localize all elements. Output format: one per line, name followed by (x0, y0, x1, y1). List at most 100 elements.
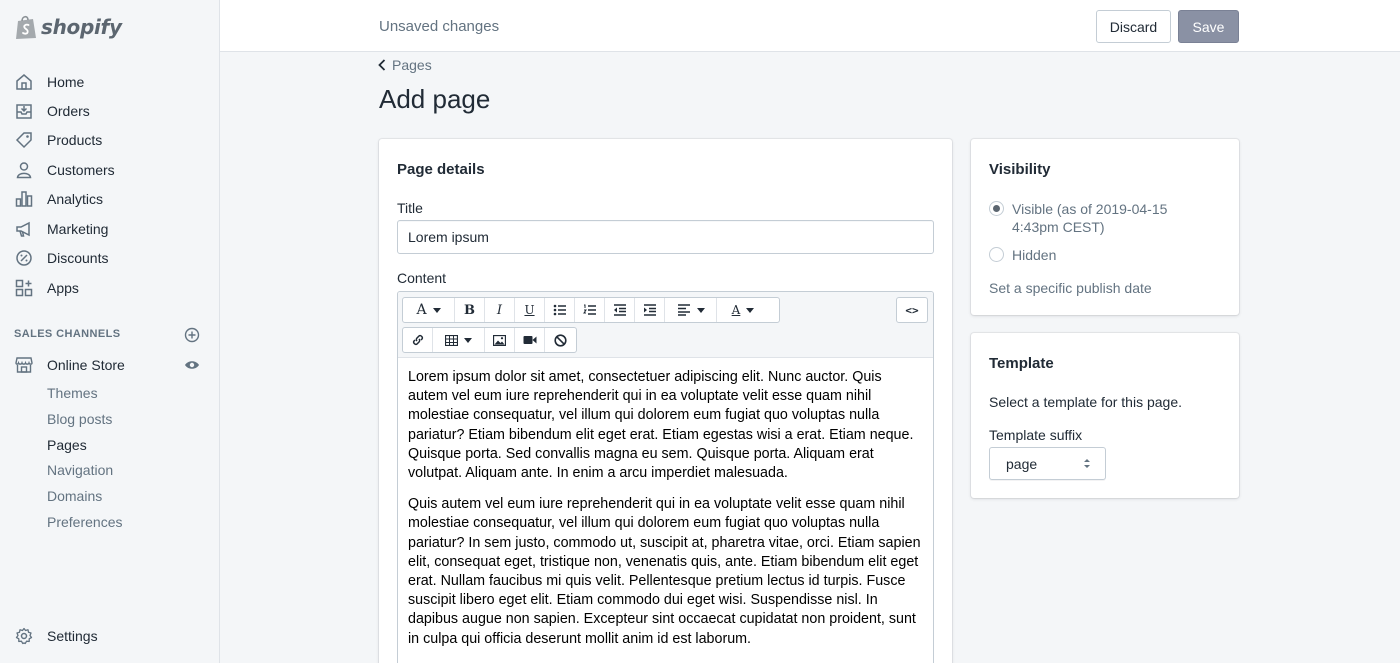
sidebar-item-apps[interactable]: Apps (0, 274, 219, 302)
sidebar-item-customers[interactable]: Customers (0, 156, 219, 184)
chevron-left-icon (378, 59, 386, 71)
sidebar-subitem-themes[interactable]: Themes (47, 385, 98, 401)
orders-icon (14, 101, 34, 121)
sidebar-item-online-store[interactable]: Online Store (0, 351, 219, 379)
apps-icon (14, 278, 34, 298)
outdent-icon (613, 304, 626, 316)
editor-toolbar: A B I U A <> (398, 292, 933, 358)
template-suffix-select[interactable]: page (989, 447, 1106, 480)
clear-formatting-button[interactable] (545, 328, 575, 352)
hidden-radio-label: Hidden (1012, 247, 1057, 263)
underline-button[interactable]: U (515, 298, 545, 322)
breadcrumb[interactable]: Pages (378, 57, 432, 73)
template-suffix-label: Template suffix (989, 427, 1083, 443)
editor-paragraph: Quis autem vel eum iure reprehenderit qu… (408, 496, 921, 647)
sidebar-item-label: Analytics (47, 191, 104, 207)
content-label: Content (397, 270, 447, 286)
bullet-list-button[interactable] (545, 298, 575, 322)
sidebar-item-label: Home (47, 74, 85, 90)
home-icon (14, 72, 34, 92)
numbered-list-button[interactable] (575, 298, 605, 322)
sidebar-item-label: Settings (47, 628, 98, 644)
link-icon (412, 334, 423, 346)
insert-table-dropdown-button[interactable] (433, 328, 485, 352)
shopify-wordmark: shopify (41, 15, 122, 39)
visible-radio[interactable] (989, 201, 1004, 216)
sidebar-subitem-pages[interactable]: Pages (47, 437, 87, 453)
page-details-heading: Page details (397, 161, 485, 178)
toolbar-code-group: <> (896, 297, 928, 323)
gear-icon (14, 626, 34, 646)
sidebar-item-label: Discounts (47, 250, 109, 266)
unsaved-changes-status: Unsaved changes (379, 18, 500, 35)
align-dropdown-button[interactable] (665, 298, 717, 322)
font-icon: A (416, 302, 427, 318)
insert-image-button[interactable] (485, 328, 515, 352)
breadcrumb-label: Pages (392, 57, 432, 73)
sidebar-subitem-blog-posts[interactable]: Blog posts (47, 411, 112, 427)
view-store-eye-icon[interactable] (184, 358, 200, 372)
sidebar-item-home[interactable]: Home (0, 68, 219, 96)
editor-paragraph: Lorem ipsum dolor sit amet, consectetuer… (408, 369, 914, 482)
visible-radio-label: Visible (as of 2019-04-15 4:43pm CEST) (1012, 201, 1168, 235)
bullet-list-icon (553, 304, 566, 316)
clear-formatting-icon (553, 333, 567, 347)
outdent-button[interactable] (605, 298, 635, 322)
person-icon (14, 160, 34, 180)
toolbar-formatting-group: A B I U A (402, 297, 780, 323)
sidebar-item-label: Orders (47, 103, 90, 119)
sidebar-item-orders[interactable]: Orders (0, 97, 219, 125)
shopify-bag-icon (14, 14, 38, 40)
sidebar-item-label: Online Store (47, 357, 125, 373)
title-input[interactable] (397, 220, 934, 254)
hidden-radio[interactable] (989, 247, 1004, 262)
page-details-card: Page details Title Content A B I U (379, 139, 952, 663)
font-dropdown-button[interactable]: A (403, 298, 455, 322)
discount-icon (14, 248, 34, 268)
html-code-button[interactable]: <> (897, 298, 927, 322)
template-card: Template Select a template for this page… (971, 333, 1239, 498)
discard-button[interactable]: Discard (1096, 10, 1171, 43)
sidebar: shopify Home Orders Products Customers A… (0, 0, 220, 663)
align-icon (677, 304, 690, 316)
save-button[interactable]: Save (1178, 10, 1239, 43)
add-sales-channel-icon[interactable] (184, 327, 200, 343)
bar-chart-icon (14, 189, 34, 209)
sidebar-subitem-domains[interactable]: Domains (47, 488, 102, 504)
rich-text-editor: A B I U A <> Lorem ipsum dolor sit amet,… (397, 291, 934, 663)
sidebar-subitem-preferences[interactable]: Preferences (47, 514, 122, 530)
insert-link-button[interactable] (403, 328, 433, 352)
shopify-logo[interactable]: shopify (14, 12, 122, 42)
sales-channels-heading: SALES CHANNELS (14, 328, 121, 340)
sidebar-item-analytics[interactable]: Analytics (0, 185, 219, 213)
html-code-icon: <> (905, 303, 919, 317)
table-icon (445, 334, 458, 346)
top-bar: Unsaved changes Discard Save (220, 0, 1400, 52)
insert-video-button[interactable] (515, 328, 545, 352)
bold-icon: B (464, 302, 475, 318)
sidebar-item-discounts[interactable]: Discounts (0, 244, 219, 272)
hidden-radio-option[interactable]: Hidden (989, 246, 1212, 264)
visibility-card: Visibility Visible (as of 2019-04-15 4:4… (971, 139, 1239, 315)
sidebar-item-products[interactable]: Products (0, 126, 219, 154)
italic-button[interactable]: I (485, 298, 515, 322)
text-color-dropdown-button[interactable]: A (717, 298, 769, 322)
visible-radio-option[interactable]: Visible (as of 2019-04-15 4:43pm CEST) (989, 200, 1212, 236)
template-suffix-value: page (1006, 455, 1038, 472)
sidebar-item-label: Products (47, 132, 103, 148)
select-arrows-icon (1084, 459, 1090, 468)
indent-button[interactable] (635, 298, 665, 322)
sidebar-item-settings[interactable]: Settings (0, 622, 219, 650)
bold-button[interactable]: B (455, 298, 485, 322)
store-icon (14, 355, 34, 375)
title-label: Title (397, 200, 423, 216)
set-publish-date-link[interactable]: Set a specific publish date (989, 280, 1152, 296)
underline-icon: U (524, 303, 535, 317)
toolbar-insert-group (402, 327, 577, 353)
sidebar-item-marketing[interactable]: Marketing (0, 215, 219, 243)
sidebar-subitem-navigation[interactable]: Navigation (47, 462, 113, 478)
tag-icon (14, 130, 34, 150)
numbered-list-icon (582, 304, 596, 315)
visibility-heading: Visibility (989, 161, 1051, 178)
editor-content-area[interactable]: Lorem ipsum dolor sit amet, consectetuer… (398, 358, 933, 661)
